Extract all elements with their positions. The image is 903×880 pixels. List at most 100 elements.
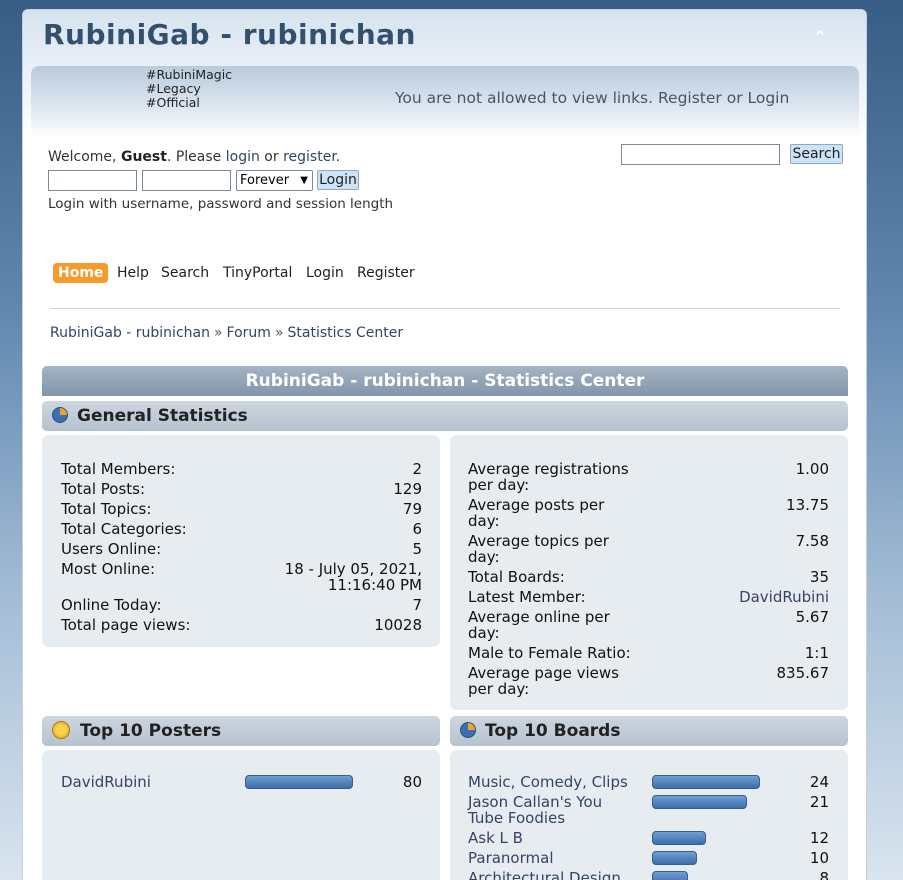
board-count: 12 [809, 829, 829, 847]
board-name-link[interactable]: Architectural Design [468, 870, 621, 880]
list-item: Architectural Design 8 [468, 870, 829, 880]
stat-label: Average online per day: [468, 608, 610, 642]
guest-name: Guest [120, 149, 167, 165]
top-boards-panel: Music, Comedy, Clips 24 Jason Callan's Y… [450, 750, 848, 880]
stat-label: Average topics per day: [468, 532, 609, 566]
stat-value: 129 [393, 480, 422, 498]
stat-label: Total page views: [61, 616, 191, 634]
stat-row: Total Posts: 129 [61, 481, 422, 497]
list-item: Jason Callan's You Tube Foodies 21 [468, 794, 829, 826]
welcome-period: . [335, 149, 341, 165]
menu-item-search[interactable]: Search [161, 263, 209, 283]
stat-value: 10028 [374, 616, 422, 634]
stat-value: 18 - July 05, 2021, 11:16:40 PM [284, 560, 422, 594]
breadcrumb-separator: » [213, 325, 223, 341]
stat-label: Latest Member: [468, 588, 586, 606]
top-posters-header: Top 10 Posters [42, 716, 440, 746]
username-input[interactable] [48, 170, 137, 191]
board-name-link[interactable]: Jason Callan's You Tube Foodies [468, 794, 633, 826]
stat-row: Total page views: 10028 [61, 617, 422, 633]
top-boards-header: Top 10 Boards [450, 716, 848, 746]
stat-label: Male to Female Ratio: [468, 644, 631, 662]
stat-value: 35 [809, 568, 829, 586]
login-link[interactable]: login [226, 149, 260, 165]
forum-title[interactable]: RubiniGab - rubinichan [43, 18, 416, 51]
stat-value: 5 [412, 540, 422, 558]
stat-label: Total Posts: [61, 480, 146, 498]
stat-row: Users Online: 5 [61, 541, 422, 557]
stat-label: Total Topics: [61, 500, 152, 518]
menu-item-register[interactable]: Register [357, 263, 415, 283]
menu-item-login[interactable]: Login [306, 263, 344, 283]
board-count: 21 [809, 793, 829, 811]
poster-bar [245, 775, 353, 789]
board-count: 8 [819, 869, 829, 880]
stat-value: 79 [402, 500, 422, 518]
stat-row: Most Online: 18 - July 05, 2021, 11:16:4… [61, 561, 422, 593]
session-length-select[interactable]: Forever ▼ [236, 170, 313, 191]
board-name-link[interactable]: Paranormal [468, 850, 553, 866]
top-posters-title: Top 10 Posters [80, 721, 222, 741]
search-input[interactable] [621, 144, 780, 165]
slogan-line: #RubiniMagic [146, 67, 233, 82]
stat-label: Online Today: [61, 596, 162, 614]
breadcrumb-forum-home[interactable]: RubiniGab - rubinichan [50, 325, 210, 341]
search-button[interactable]: Search [790, 144, 843, 164]
stat-row: Total Boards: 35 [468, 569, 829, 585]
news-box: #RubiniMagic #Legacy #Official You are n… [31, 66, 859, 138]
login-button[interactable]: Login [317, 170, 359, 190]
stat-row: Online Today: 7 [61, 597, 422, 613]
board-name-link[interactable]: Ask L B [468, 830, 523, 846]
list-item: Ask L B 12 [468, 830, 829, 846]
menu-divider [50, 308, 840, 309]
stat-label: Average posts per day: [468, 496, 605, 530]
trophy-icon [52, 721, 70, 739]
stat-value: 1:1 [804, 644, 829, 662]
board-bar [652, 831, 706, 845]
board-bar [652, 775, 760, 789]
stat-value: 7.58 [795, 532, 829, 550]
stat-row: Total Topics: 79 [61, 501, 422, 517]
chevron-down-icon: ▼ [300, 175, 308, 186]
stat-row: Total Categories: 6 [61, 521, 422, 537]
stat-value: 1.00 [795, 460, 829, 478]
login-hint: Login with username, password and sessio… [48, 196, 394, 212]
welcome-mid: . Please [166, 149, 226, 165]
stat-label: Most Online: [61, 560, 156, 578]
board-bar [652, 851, 697, 865]
breadcrumb-separator: » [274, 325, 284, 341]
stat-label: Average page views per day: [468, 664, 619, 698]
stat-value: 7 [412, 596, 422, 614]
top-boards-title: Top 10 Boards [485, 721, 621, 741]
stat-row: Average page views per day: 835.67 [468, 665, 829, 697]
breadcrumb-statistics[interactable]: Statistics Center [288, 325, 404, 341]
welcome-message: Welcome, Guest. Please login or register… [48, 149, 340, 165]
slogan-line: #Official [146, 95, 200, 110]
stat-row: Average online per day: 5.67 [468, 609, 829, 641]
board-name-link[interactable]: Music, Comedy, Clips [468, 774, 628, 790]
stat-value: 6 [412, 520, 422, 538]
menu-item-tinyportal[interactable]: TinyPortal [223, 263, 292, 283]
latest-member-link[interactable]: DavidRubini [739, 589, 829, 605]
password-input[interactable] [142, 170, 231, 191]
menu-item-help[interactable]: Help [117, 263, 149, 283]
poster-name-link[interactable]: DavidRubini [61, 774, 151, 790]
welcome-or: or [259, 149, 284, 165]
stat-label: Users Online: [61, 540, 162, 558]
register-link[interactable]: register [283, 149, 336, 165]
breadcrumb-forum[interactable]: Forum [227, 325, 271, 341]
menu-item-home[interactable]: Home [53, 263, 109, 283]
page-title: RubiniGab - rubinichan - Statistics Cent… [42, 366, 848, 396]
stat-value: 2 [412, 460, 422, 478]
stat-label: Total Boards: [468, 568, 565, 586]
stat-value: 835.67 [776, 664, 830, 682]
stat-row: Latest Member: DavidRubini [468, 589, 829, 605]
list-item: DavidRubini 80 [61, 774, 422, 790]
stat-label: Total Categories: [61, 520, 187, 538]
stat-label: Total Members: [61, 460, 176, 478]
general-stats-right: Average registrations per day: 1.00 Aver… [450, 435, 848, 710]
stat-row: Total Members: 2 [61, 461, 422, 477]
collapse-up-icon[interactable]: ⌃ [813, 28, 827, 48]
stat-row: Average registrations per day: 1.00 [468, 461, 829, 493]
stat-row: Average topics per day: 7.58 [468, 533, 829, 565]
